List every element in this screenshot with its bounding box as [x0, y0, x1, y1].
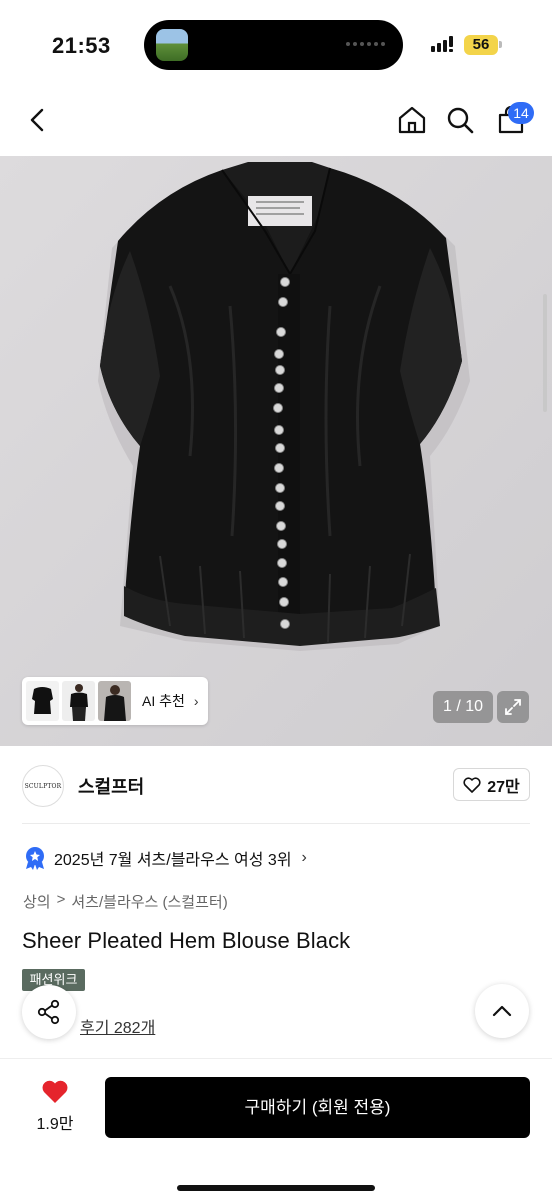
top-navigation: [0, 90, 552, 156]
home-indicator: [177, 1185, 375, 1191]
brand-name[interactable]: 스컬프터: [78, 773, 144, 799]
status-time: 21:53: [52, 33, 111, 58]
recommend-thumbnail[interactable]: [26, 681, 59, 721]
ai-recommend-label: AI 추천: [142, 693, 185, 709]
breadcrumb: 상의 > 셔츠/블라우스 (스컬프터): [23, 891, 228, 912]
search-button[interactable]: [438, 98, 482, 142]
audio-wave-icon: [346, 42, 385, 46]
chevron-right-icon: ›: [193, 693, 199, 709]
wishlist-button[interactable]: 1.9만: [28, 1079, 82, 1141]
wishlist-count: 1.9만: [36, 1116, 74, 1133]
image-counter: 1 / 10: [433, 691, 493, 723]
bottom-action-bar: 1.9만 구매하기 (회원 전용): [0, 1058, 552, 1200]
review-count-link[interactable]: 후기 282개: [80, 1014, 155, 1038]
buy-button[interactable]: 구매하기 (회원 전용): [105, 1077, 530, 1138]
search-icon: [447, 107, 474, 134]
ranking-text: 2025년 7월 셔츠/블라우스 여성 3위: [54, 852, 292, 869]
heart-filled-icon: [42, 1080, 68, 1103]
recommend-thumbnail[interactable]: [98, 681, 131, 721]
home-icon: [398, 106, 426, 134]
heart-outline-icon: [463, 776, 481, 793]
battery-tip: [499, 41, 502, 48]
recommend-thumbnail[interactable]: [62, 681, 95, 721]
cellular-signal-icon: [431, 36, 453, 52]
cart-count-badge: 14: [508, 102, 534, 124]
product-title: Sheer Pleated Hem Blouse Black: [22, 928, 351, 953]
breadcrumb-separator: >: [56, 891, 66, 908]
brand-row: SCULPTOR 스컬프터 27만: [0, 760, 552, 822]
brand-logo[interactable]: SCULPTOR: [22, 765, 64, 807]
back-button[interactable]: [16, 98, 60, 142]
brand-like-count: 27만: [487, 778, 520, 796]
product-image-gallery[interactable]: [0, 156, 552, 746]
ranking-link[interactable]: 2025년 7월 셔츠/블라우스 여성 3위 ›: [24, 846, 307, 870]
expand-image-button[interactable]: [497, 691, 529, 723]
now-playing-thumbnail: [156, 29, 188, 61]
dynamic-island: [144, 20, 403, 70]
expand-icon: [505, 699, 521, 715]
status-bar: 21:53 56: [0, 0, 552, 90]
page-scroll-indicator: [543, 294, 547, 412]
product-photo-blouse: [0, 156, 552, 746]
share-button[interactable]: [22, 985, 76, 1039]
share-icon: [37, 999, 60, 1025]
home-button[interactable]: [390, 98, 434, 142]
battery-icon: 56: [464, 35, 498, 55]
section-divider: [22, 823, 530, 824]
scroll-to-top-button[interactable]: [475, 984, 529, 1038]
breadcrumb-subcategory[interactable]: 셔츠/블라우스 (스컬프터): [71, 891, 227, 912]
ai-recommend-strip[interactable]: AI 추천 ›: [22, 677, 208, 725]
breadcrumb-category[interactable]: 상의: [23, 891, 51, 912]
back-icon: [30, 108, 44, 132]
ranking-badge-icon: [26, 847, 44, 870]
chevron-right-icon: ›: [301, 849, 307, 866]
brand-like-button[interactable]: 27만: [453, 768, 530, 801]
chevron-up-icon: [492, 1005, 512, 1017]
